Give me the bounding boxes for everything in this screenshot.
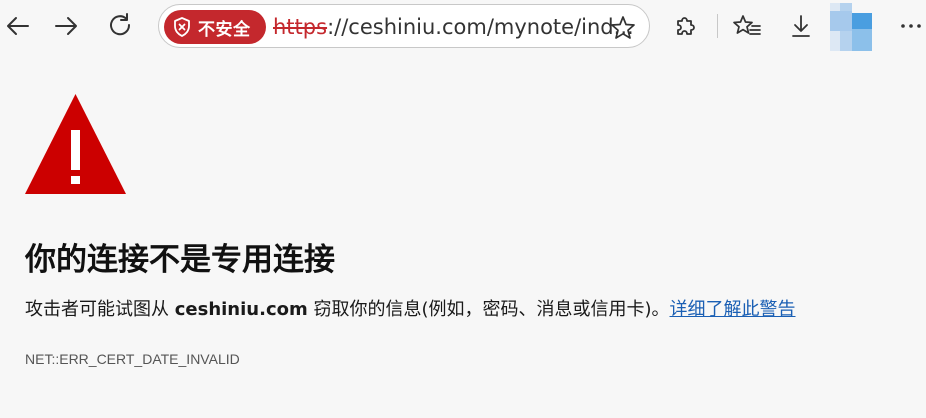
error-description: 攻击者可能试图从 ceshiniu.com 窃取你的信息(例如，密码、消息或信用… [25,295,796,321]
desc-before: 攻击者可能试图从 [25,299,175,320]
downloads-button[interactable] [783,8,819,44]
refresh-icon [110,13,131,36]
download-icon [792,15,810,37]
favorites-button[interactable] [729,8,765,44]
error-page: 你的连接不是专用连接 攻击者可能试图从 ceshiniu.com 窃取你的信息(… [0,54,926,418]
back-arrow-icon [7,17,29,35]
url-text[interactable]: https://ceshiniu.com/mynote/ind... [273,14,634,40]
extensions-button[interactable] [668,8,704,44]
forward-arrow-icon [55,17,77,35]
address-bar[interactable]: 不安全 https://ceshiniu.com/mynote/ind... [158,4,650,48]
browser-toolbar: 不安全 https://ceshiniu.com/mynote/ind... [0,0,926,54]
refresh-button[interactable] [103,8,139,44]
toolbar-divider [717,14,718,38]
star-icon [611,16,635,39]
error-code: NET::ERR_CERT_DATE_INVALID [25,351,240,367]
favorites-list-icon [733,15,761,35]
shield-warning-icon [174,17,190,37]
not-secure-badge[interactable]: 不安全 [164,10,266,44]
puzzle-icon [677,17,695,35]
page-title: 你的连接不是专用连接 [25,242,335,278]
add-favorite-button[interactable] [609,14,637,42]
back-button[interactable] [0,8,36,44]
learn-more-link[interactable]: 详细了解此警告 [670,299,796,320]
not-secure-label: 不安全 [198,19,251,40]
more-button[interactable] [893,8,926,44]
desc-after: 窃取你的信息(例如，密码、消息或信用卡)。 [307,299,670,320]
url-scheme: https [273,15,328,39]
profile-avatar[interactable] [830,3,876,51]
desc-domain: ceshiniu.com [174,299,308,320]
warning-triangle-icon [25,94,126,194]
more-dots-icon [901,24,921,28]
forward-button[interactable] [48,8,84,44]
url-rest: ://ceshiniu.com/mynote/ind... [327,15,634,39]
